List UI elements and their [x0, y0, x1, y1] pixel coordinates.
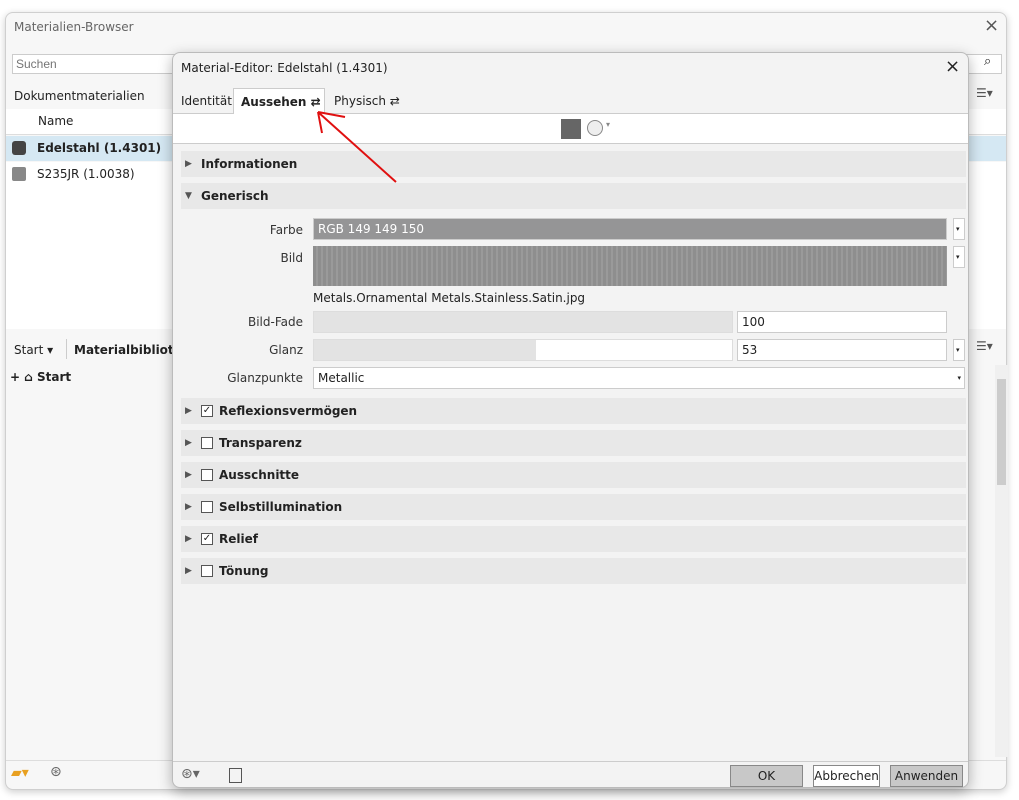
bild-fade-slider[interactable]: [313, 311, 733, 333]
material-swatch-icon: [12, 167, 26, 181]
browser-title: Materialien-Browser: [14, 20, 134, 34]
section-relief[interactable]: ▶ ✓ Relief: [181, 526, 966, 552]
glanz-input[interactable]: 53: [737, 339, 947, 361]
close-icon[interactable]: ×: [945, 56, 960, 77]
material-editor-dialog: Material-Editor: Edelstahl (1.4301) × Id…: [172, 52, 969, 788]
material-preview-icon[interactable]: [561, 119, 581, 139]
section-selbstillumination[interactable]: ▶ Selbstillumination: [181, 494, 966, 520]
add-material-icon[interactable]: ⊛: [50, 764, 62, 780]
farbe-label: Farbe: [269, 223, 303, 237]
material-name: S235JR (1.0038): [37, 167, 135, 181]
section-informationen[interactable]: ▶ Informationen: [181, 151, 966, 177]
bild-label: Bild: [280, 251, 303, 265]
bild-fade-label: Bild-Fade: [247, 315, 303, 329]
image-preview[interactable]: [313, 246, 947, 286]
section-toenung[interactable]: ▶ Tönung: [181, 558, 966, 584]
chevron-down-icon[interactable]: ▾: [953, 218, 965, 240]
chevron-down-icon[interactable]: ▾: [606, 120, 610, 129]
close-icon[interactable]: ×: [984, 15, 999, 36]
glanz-slider[interactable]: [313, 339, 733, 361]
red-annotation-arrow: [317, 111, 397, 183]
bild-fade-input[interactable]: 100: [737, 311, 947, 333]
panel-toggle-icon[interactable]: [229, 768, 242, 783]
glanz-label: Glanz: [269, 343, 303, 357]
image-file-name[interactable]: Metals.Ornamental Metals.Stainless.Satin…: [313, 291, 585, 305]
chevron-down-icon[interactable]: ▾: [953, 339, 965, 361]
section-generisch[interactable]: ▼ Generisch: [181, 183, 966, 209]
editor-title: Material-Editor: Edelstahl (1.4301): [181, 61, 388, 75]
folder-icon[interactable]: ▰▾: [11, 765, 29, 781]
add-material-icon[interactable]: ⊛▾: [181, 766, 200, 782]
ok-button[interactable]: OK: [730, 765, 803, 787]
section-transparenz[interactable]: ▶ Transparenz: [181, 430, 966, 456]
section-reflexion[interactable]: ▶ ✓ Reflexionsvermögen: [181, 398, 966, 424]
scrollbar[interactable]: [995, 365, 1008, 757]
section-ausschnitte[interactable]: ▶ Ausschnitte: [181, 462, 966, 488]
col-name[interactable]: Name: [38, 114, 73, 128]
material-name: Edelstahl (1.4301): [37, 141, 162, 155]
sphere-preview-icon[interactable]: [587, 120, 603, 136]
chevron-down-icon[interactable]: ▾: [953, 246, 965, 268]
cancel-button[interactable]: Abbrechen: [813, 765, 880, 787]
list-view-icon[interactable]: ☰▾: [976, 86, 993, 100]
doc-materials-label: Dokumentmaterialien: [14, 89, 145, 103]
glanzpunkte-select[interactable]: Metallic ▾: [313, 367, 965, 389]
list-view-icon[interactable]: ☰▾: [976, 339, 993, 353]
start-dropdown[interactable]: Start ▾: [14, 343, 53, 357]
material-swatch-icon: [12, 141, 26, 155]
tree-item-start[interactable]: + ⌂ Start: [10, 370, 71, 384]
color-field[interactable]: RGB 149 149 150: [313, 218, 947, 240]
tab-identitaet[interactable]: Identität: [181, 94, 232, 108]
apply-button[interactable]: Anwenden: [890, 765, 963, 787]
glanzpunkte-label: Glanzpunkte: [227, 371, 303, 385]
search-icon[interactable]: ⌕: [984, 54, 991, 69]
